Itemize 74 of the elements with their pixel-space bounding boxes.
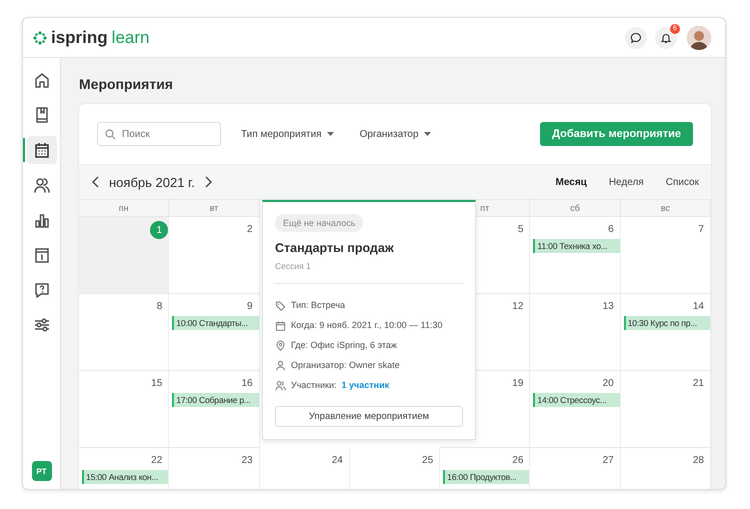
- day-number: 6: [608, 223, 615, 236]
- day-number: 22: [151, 454, 164, 467]
- today-date: 1: [150, 221, 168, 239]
- day-number: 27: [602, 454, 615, 467]
- day-number: 12: [512, 300, 524, 313]
- view-tab[interactable]: Месяц: [542, 176, 587, 188]
- bell-icon: [660, 32, 672, 44]
- calendar-event[interactable]: 10:30 Курс по пр...: [624, 316, 710, 330]
- search-icon: [105, 128, 116, 140]
- session-label: Сессия 1: [275, 261, 311, 271]
- detail-text: Организатор: Owner skate: [291, 360, 400, 370]
- weekday-header: вс: [620, 200, 711, 217]
- sliders-icon: [32, 316, 50, 334]
- previous-month-button[interactable]: [91, 176, 101, 188]
- weekday-header: пн: [79, 200, 170, 217]
- view-tab[interactable]: Список: [652, 176, 699, 188]
- day-number: 16: [241, 377, 254, 390]
- next-month-button[interactable]: [202, 176, 213, 188]
- day-number: 9: [247, 300, 254, 313]
- status-tag: Ещё не началось: [275, 214, 364, 232]
- person-icon: [275, 360, 286, 371]
- day-number: 19: [512, 377, 524, 390]
- detail-text: Участники:: [291, 380, 336, 390]
- day-number: 20: [602, 377, 615, 390]
- calendar-icon: [275, 320, 286, 331]
- info-card-icon: [32, 246, 50, 264]
- manage-event-button[interactable]: Управление мероприятием: [275, 406, 463, 428]
- tag-icon: [275, 300, 286, 311]
- detail-text: Когда: 9 нояб. 2021 г., 10:00 — 11:30: [291, 320, 442, 330]
- calendar-event[interactable]: 14:00 Стрессоус...: [533, 393, 620, 407]
- view-tab[interactable]: Неделя: [594, 176, 644, 188]
- detail-text: Тип: Встреча: [291, 300, 346, 310]
- people-icon: [32, 176, 50, 194]
- day-number: 28: [692, 454, 705, 467]
- day-number: 5: [518, 223, 524, 236]
- day-number: 24: [332, 454, 344, 467]
- day-number: 13: [602, 300, 615, 313]
- day-number: 23: [241, 454, 254, 467]
- search-field[interactable]: Поиск: [97, 122, 221, 146]
- calendar-event[interactable]: 17:00 Собрание р...: [172, 393, 259, 407]
- home-icon: [32, 71, 50, 89]
- page-title: Мероприятия: [79, 75, 174, 94]
- day-number: 8: [156, 300, 164, 313]
- calendar-event[interactable]: 11:00 Техника хо...: [533, 239, 620, 253]
- caret-icon: [326, 132, 334, 136]
- filter-dropdown[interactable]: Организатор: [354, 128, 437, 140]
- chat-button[interactable]: [625, 26, 647, 48]
- day-number: 25: [422, 454, 434, 467]
- day-number: 26: [512, 454, 524, 467]
- event-title: Стандарты продаж: [275, 241, 394, 255]
- day-number: 2: [247, 223, 254, 236]
- filter-dropdown[interactable]: Тип мероприятия: [235, 128, 340, 140]
- chat-icon: [630, 32, 642, 44]
- calendar-event[interactable]: 10:00 Стандарты...: [172, 316, 259, 330]
- day-number: 21: [692, 377, 705, 390]
- participants-link[interactable]: 1 участник: [342, 380, 390, 390]
- caret-icon: [424, 132, 431, 136]
- avatar[interactable]: [687, 26, 711, 50]
- calendar-event[interactable]: 15:00 Анализ кон...: [82, 470, 168, 484]
- weekday-header: сб: [530, 200, 621, 217]
- calendar-event[interactable]: 16:00 Продуктов...: [443, 470, 530, 484]
- detail-text: Где: Офис iSpring, 6 этаж: [291, 340, 397, 350]
- question-chat-icon: [32, 281, 50, 299]
- people-icon: [275, 380, 286, 391]
- day-number: 7: [698, 223, 705, 236]
- calendar-icon: [32, 141, 50, 159]
- weekday-header: вт: [169, 200, 260, 217]
- location-pin-icon: [275, 340, 286, 351]
- day-number: 14: [692, 300, 705, 313]
- logo-icon: [33, 30, 47, 44]
- logo-product-text: learn: [112, 28, 150, 48]
- month-label: ноябрь 2021 г.: [109, 174, 195, 190]
- logo-text: ispring: [51, 28, 108, 48]
- day-number: 15: [151, 377, 164, 390]
